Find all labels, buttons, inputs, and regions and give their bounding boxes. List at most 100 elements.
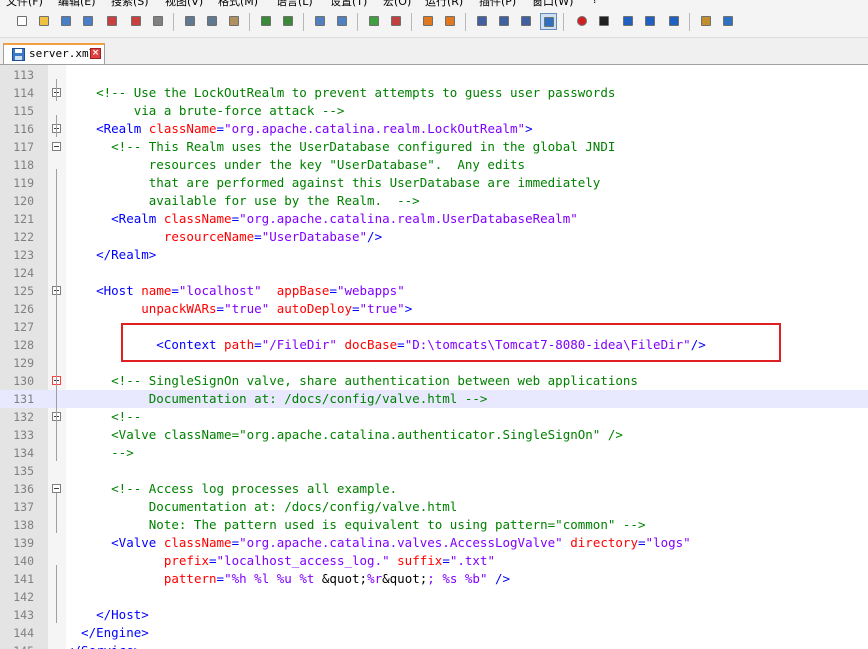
code-text: Documentation at: /docs/config/valve.htm…	[66, 391, 488, 406]
line-number: 121	[13, 212, 34, 226]
show-all-chars-icon[interactable]	[496, 13, 513, 30]
spell-check-icon[interactable]	[720, 13, 737, 30]
line-number: 116	[13, 122, 34, 136]
code-text: <Realm className="org.apache.catalina.re…	[66, 121, 533, 136]
toolbar-separator	[357, 13, 358, 31]
line-number: 124	[13, 266, 34, 280]
code-line: 143 </Host>	[0, 606, 868, 624]
line-number: 132	[13, 410, 34, 424]
code-text: <Valve className="org.apache.catalina.va…	[66, 535, 691, 550]
stop-record-icon[interactable]	[596, 13, 613, 30]
code-text: <!-- This Realm uses the UserDatabase co…	[66, 139, 616, 154]
code-line: 117 <!-- This Realm uses the UserDatabas…	[0, 138, 868, 156]
code-line: 123 </Realm>	[0, 246, 868, 264]
code-line: 122 resourceName="UserDatabase"/>	[0, 228, 868, 246]
user-language-icon[interactable]	[540, 13, 557, 30]
code-text: -->	[66, 445, 134, 460]
open-file-icon[interactable]	[36, 13, 53, 30]
record-macro-icon[interactable]	[574, 13, 591, 30]
line-number: 139	[13, 536, 34, 550]
highlight-box	[121, 323, 781, 362]
toolbar-separator	[173, 13, 174, 31]
line-number: 113	[13, 68, 34, 82]
code-line: 115 via a brute-force attack -->	[0, 102, 868, 120]
tab-server-xml[interactable]: server.xml ×	[3, 43, 105, 64]
code-line: 134 -->	[0, 444, 868, 462]
cut-icon[interactable]	[182, 13, 199, 30]
code-text: via a brute-force attack -->	[66, 103, 345, 118]
fold-toggle-icon[interactable]	[52, 484, 61, 493]
line-number: 125	[13, 284, 34, 298]
code-line: 124	[0, 264, 868, 282]
save-macro-icon[interactable]	[666, 13, 683, 30]
replace-icon[interactable]	[334, 13, 351, 30]
close-icon[interactable]	[104, 13, 121, 30]
paste-icon[interactable]	[226, 13, 243, 30]
line-number: 142	[13, 590, 34, 604]
code-text: Note: The pattern used is equivalent to …	[66, 517, 646, 532]
redo-icon[interactable]	[280, 13, 297, 30]
code-line: 132 <!--	[0, 408, 868, 426]
code-text: <Host name="localhost" appBase="webapps"	[66, 283, 405, 298]
tab-label: server.xml	[29, 47, 96, 60]
code-line: 130 <!-- SingleSignOn valve, share authe…	[0, 372, 868, 390]
line-number: 123	[13, 248, 34, 262]
indent-guide-icon[interactable]	[518, 13, 535, 30]
code-line: 138 Note: The pattern used is equivalent…	[0, 516, 868, 534]
code-line: 114 <!-- Use the LockOutRealm to prevent…	[0, 84, 868, 102]
new-file-icon[interactable]	[14, 13, 31, 30]
fold-guide	[56, 493, 57, 533]
code-editor[interactable]: 113 114 <!-- Use the LockOutRealm to prev…	[0, 65, 868, 649]
fold-toggle-icon[interactable]	[52, 142, 61, 151]
line-number: 117	[13, 140, 34, 154]
undo-icon[interactable]	[258, 13, 275, 30]
code-text: <!-- Use the LockOutRealm to prevent att…	[66, 85, 616, 100]
toolbar-separator	[465, 13, 466, 31]
sync-horizontal-icon[interactable]	[442, 13, 459, 30]
line-number: 114	[13, 86, 34, 100]
code-line: 119 that are performed against this User…	[0, 174, 868, 192]
code-line: 125 <Host name="localhost" appBase="weba…	[0, 282, 868, 300]
code-text: Documentation at: /docs/config/valve.htm…	[66, 499, 458, 514]
toolbar-separator	[249, 13, 250, 31]
toolbar-separator	[411, 13, 412, 31]
line-number: 128	[13, 338, 34, 352]
code-line: 137 Documentation at: /docs/config/valve…	[0, 498, 868, 516]
file-saved-icon	[12, 48, 25, 61]
code-line: 136 <!-- Access log processes all exampl…	[0, 480, 868, 498]
sync-vertical-icon[interactable]	[420, 13, 437, 30]
code-line: 133 <Valve className="org.apache.catalin…	[0, 426, 868, 444]
zoom-in-icon[interactable]	[366, 13, 383, 30]
save-all-icon[interactable]	[80, 13, 97, 30]
line-number: 118	[13, 158, 34, 172]
code-line: 145 </Service>	[0, 642, 868, 649]
fold-guide	[56, 79, 57, 101]
tab-bar: server.xml ×	[0, 38, 868, 65]
close-all-icon[interactable]	[128, 13, 145, 30]
run-macro-multiple-icon[interactable]	[642, 13, 659, 30]
fold-guide	[56, 115, 57, 137]
line-number: 120	[13, 194, 34, 208]
line-number: 135	[13, 464, 34, 478]
line-number: 137	[13, 500, 34, 514]
line-number: 143	[13, 608, 34, 622]
word-wrap-icon[interactable]	[474, 13, 491, 30]
copy-icon[interactable]	[204, 13, 221, 30]
code-line: 118 resources under the key "UserDatabas…	[0, 156, 868, 174]
print-icon[interactable]	[150, 13, 167, 30]
doc-map-icon[interactable]	[698, 13, 715, 30]
find-icon[interactable]	[312, 13, 329, 30]
zoom-out-icon[interactable]	[388, 13, 405, 30]
line-number: 115	[13, 104, 34, 118]
menu-item[interactable]: ?	[592, 0, 598, 6]
play-macro-icon[interactable]	[620, 13, 637, 30]
code-line: 116 <Realm className="org.apache.catalin…	[0, 120, 868, 138]
fold-guide	[56, 565, 57, 623]
menu-bar: 文件(F) 编辑(E) 搜索(S) 视图(V) 格式(M) 语言(L) 设置(T) 宏(O) 运…	[0, 0, 868, 8]
code-text: resources under the key "UserDatabase". …	[66, 157, 526, 172]
toolbar-separator	[303, 13, 304, 31]
code-text: available for use by the Realm. -->	[66, 193, 420, 208]
save-icon[interactable]	[58, 13, 75, 30]
code-text: unpackWARs="true" autoDeploy="true">	[141, 301, 413, 316]
close-icon[interactable]: ×	[90, 48, 101, 59]
